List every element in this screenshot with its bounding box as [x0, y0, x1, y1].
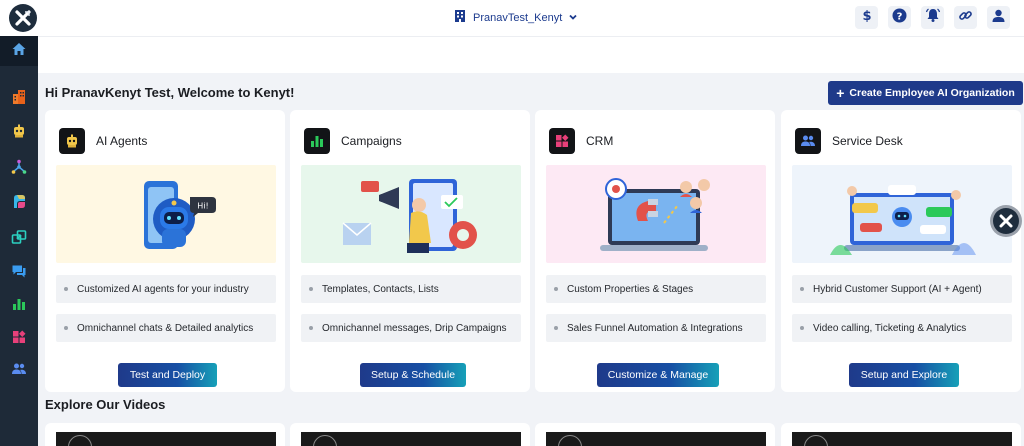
kenyt-logo-icon — [993, 208, 1019, 234]
sidebar-item-conversations[interactable] — [0, 258, 38, 288]
sidebar-item-integrations[interactable] — [0, 224, 38, 254]
card-title: AI Agents — [96, 134, 148, 148]
card-service-desk: Service Desk Hybrid Customer Support (AI… — [781, 110, 1021, 392]
top-bar: PranavTest_Kenyt $ ? — [0, 0, 1024, 36]
help-button[interactable]: ? — [888, 6, 911, 29]
feature-item: Video calling, Ticketing & Analytics — [792, 314, 1012, 342]
card-title: Service Desk — [832, 134, 903, 148]
bar-chart-icon — [11, 296, 27, 317]
copilot-icon — [11, 193, 28, 215]
crm-icon — [11, 329, 27, 350]
svg-text:$: $ — [862, 9, 871, 22]
organization-name: PranavTest_Kenyt — [473, 12, 563, 24]
video-card[interactable] — [45, 423, 285, 446]
service-desk-illustration — [792, 165, 1012, 263]
card-title: Campaigns — [341, 134, 402, 148]
sidebar-item-service-desk[interactable] — [0, 356, 38, 386]
sidebar-item-copilot[interactable] — [0, 189, 38, 219]
explore-videos-heading: Explore Our Videos — [45, 397, 166, 412]
test-and-deploy-button[interactable]: Test and Deploy — [118, 363, 217, 387]
sidebar-item-organization[interactable] — [0, 84, 38, 114]
chevron-down-icon — [568, 9, 578, 27]
card-title: CRM — [586, 134, 614, 148]
card-ai-agents: AI Agents Hi! Customized AI agents for y… — [45, 110, 285, 392]
profile-button[interactable] — [987, 6, 1010, 29]
feature-item: Customized AI agents for your industry — [56, 275, 276, 303]
plus-icon: + — [836, 85, 845, 101]
setup-and-explore-button[interactable]: Setup and Explore — [849, 363, 959, 387]
video-card[interactable] — [290, 423, 530, 446]
sidebar-item-ai-agents[interactable] — [0, 118, 38, 148]
feature-item: Templates, Contacts, Lists — [301, 275, 521, 303]
feature-item: Custom Properties & Stages — [546, 275, 766, 303]
card-crm: CRM Custom Properties & Stages Sales Fun… — [535, 110, 775, 392]
crm-icon — [549, 128, 575, 154]
video-card[interactable] — [535, 423, 775, 446]
sidebar-item-home[interactable] — [0, 36, 38, 66]
link-button[interactable] — [954, 6, 977, 29]
organization-selector[interactable]: PranavTest_Kenyt — [453, 9, 578, 27]
campaigns-illustration — [301, 165, 521, 263]
link-icon — [958, 8, 973, 28]
video-thumbnail[interactable] — [56, 432, 276, 446]
dollar-button[interactable]: $ — [855, 6, 878, 29]
question-icon: ? — [892, 8, 907, 28]
sidebar-item-crm[interactable] — [0, 324, 38, 354]
robot-icon — [59, 128, 85, 154]
sidebar-item-campaigns[interactable] — [0, 291, 38, 321]
feature-item: Omnichannel messages, Drip Campaigns — [301, 314, 521, 342]
customize-and-manage-button[interactable]: Customize & Manage — [597, 363, 719, 387]
crm-illustration — [546, 165, 766, 263]
sub-header — [38, 36, 1024, 73]
illustration-hi-text: Hi! — [197, 202, 208, 211]
bell-icon — [925, 7, 941, 28]
users-icon — [795, 128, 821, 154]
sidebar-item-workflows[interactable] — [0, 154, 38, 184]
notifications-button[interactable] — [921, 6, 944, 29]
setup-and-schedule-button[interactable]: Setup & Schedule — [360, 363, 466, 387]
create-button-label: Create Employee AI Organization — [849, 87, 1015, 99]
header-actions: $ ? — [855, 6, 1010, 29]
video-thumbnail[interactable] — [546, 432, 766, 446]
sidebar — [0, 36, 38, 446]
welcome-heading: Hi PranavKenyt Test, Welcome to Kenyt! — [45, 85, 295, 100]
floating-assistant-button[interactable] — [990, 205, 1022, 237]
ai-agents-illustration: Hi! — [56, 165, 276, 263]
feature-item: Hybrid Customer Support (AI + Agent) — [792, 275, 1012, 303]
dollar-icon: $ — [860, 8, 874, 27]
building-icon — [11, 89, 27, 110]
users-icon — [11, 361, 27, 382]
home-icon — [11, 41, 27, 62]
card-campaigns: Campaigns Templates, Contacts, Lists Omn… — [290, 110, 530, 392]
integration-icon — [11, 229, 27, 250]
robot-icon — [11, 123, 27, 144]
svg-text:?: ? — [897, 11, 903, 22]
video-thumbnail[interactable] — [301, 432, 521, 446]
user-icon — [991, 8, 1006, 28]
video-thumbnail[interactable] — [792, 432, 1012, 446]
create-employee-ai-organization-button[interactable]: + Create Employee AI Organization — [828, 81, 1023, 105]
feature-item: Omnichannel chats & Detailed analytics — [56, 314, 276, 342]
bar-chart-icon — [304, 128, 330, 154]
network-icon — [11, 159, 27, 180]
chat-icon — [11, 263, 27, 284]
kenyt-logo-icon[interactable] — [9, 4, 37, 32]
feature-item: Sales Funnel Automation & Integrations — [546, 314, 766, 342]
building-icon — [453, 9, 467, 28]
video-card[interactable] — [781, 423, 1021, 446]
